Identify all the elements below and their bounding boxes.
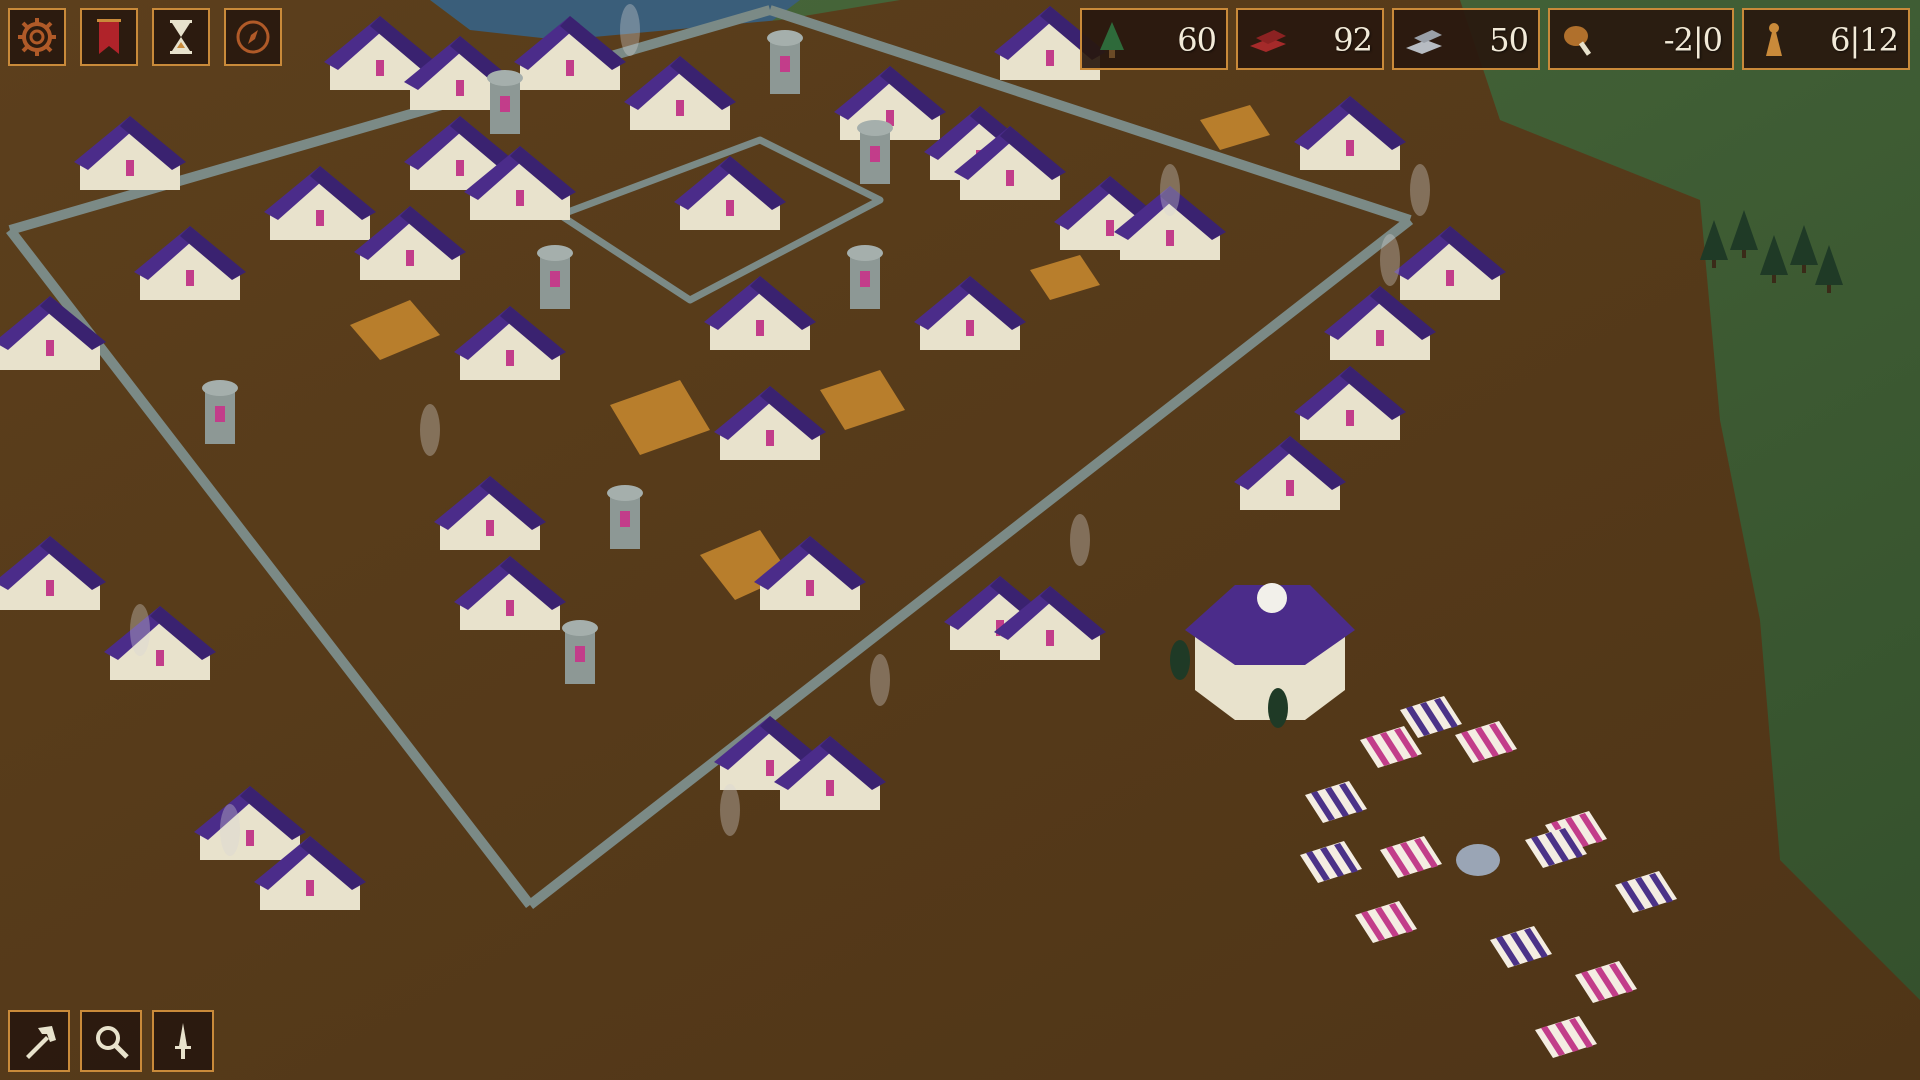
population-count: 6|12 bbox=[1830, 21, 1899, 59]
wood-resource: 60 bbox=[1080, 8, 1228, 70]
magnifier-icon bbox=[96, 1026, 129, 1059]
brick-count: 92 bbox=[1333, 21, 1373, 59]
villager-icon bbox=[1766, 23, 1782, 56]
food-count: -2|0 bbox=[1663, 21, 1723, 59]
city-scene[interactable] bbox=[0, 0, 1920, 1080]
population-resource: 6|12 bbox=[1742, 8, 1910, 70]
banner-button[interactable] bbox=[80, 8, 138, 66]
compass-icon bbox=[236, 20, 270, 54]
time-button[interactable] bbox=[152, 8, 210, 66]
settings-button[interactable] bbox=[8, 8, 66, 66]
stone-ingots-icon bbox=[1406, 30, 1442, 54]
military-button[interactable] bbox=[152, 1010, 214, 1072]
wood-count: 60 bbox=[1177, 21, 1217, 59]
inspect-button[interactable] bbox=[80, 1010, 142, 1072]
stone-count: 50 bbox=[1489, 21, 1529, 59]
stone-resource: 50 bbox=[1392, 8, 1540, 70]
tree-icon bbox=[1100, 22, 1124, 58]
hammer-icon bbox=[26, 1026, 56, 1059]
bricks-icon bbox=[1250, 30, 1286, 52]
drumstick-icon bbox=[1564, 26, 1592, 56]
brick-resource: 92 bbox=[1236, 8, 1384, 70]
food-resource: -2|0 bbox=[1548, 8, 1734, 70]
compass-button[interactable] bbox=[224, 8, 282, 66]
game-viewport[interactable]: 60 92 50 -2|0 6|12 bbox=[0, 0, 1920, 1080]
dagger-icon bbox=[175, 1023, 191, 1059]
gear-icon bbox=[18, 18, 56, 56]
banner-icon bbox=[97, 19, 121, 54]
hourglass-icon bbox=[170, 20, 192, 54]
build-button[interactable] bbox=[8, 1010, 70, 1072]
